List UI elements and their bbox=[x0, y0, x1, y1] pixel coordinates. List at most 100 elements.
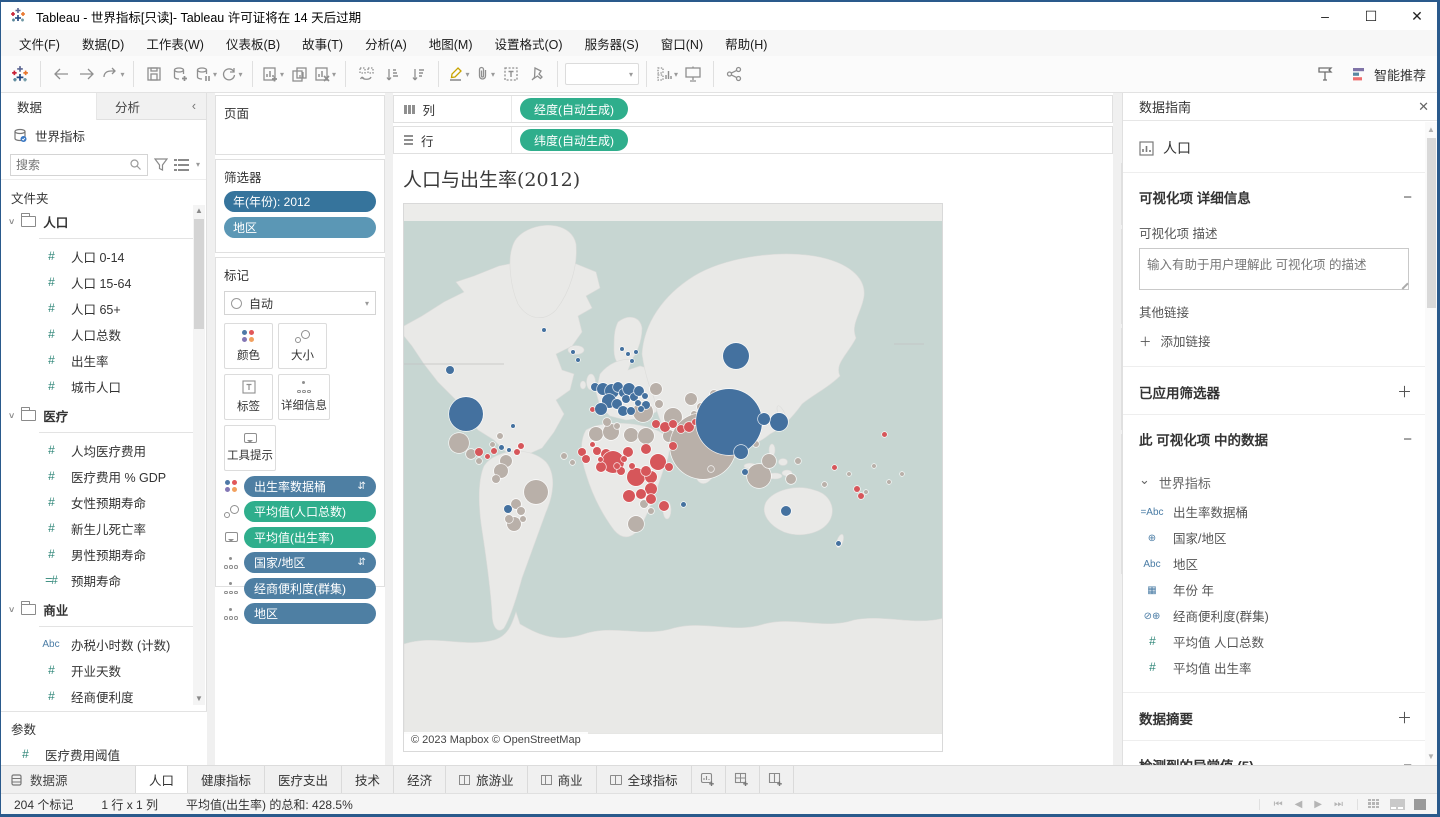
map-mark[interactable] bbox=[762, 454, 776, 468]
sheet-tab[interactable]: 旅游业 bbox=[446, 766, 528, 793]
map-mark[interactable] bbox=[655, 400, 663, 408]
map-mark[interactable] bbox=[887, 480, 891, 484]
map-mark[interactable] bbox=[505, 515, 513, 523]
map-mark[interactable] bbox=[576, 358, 580, 362]
forward-button[interactable] bbox=[74, 61, 100, 87]
map-mark[interactable] bbox=[758, 413, 770, 425]
sort-ascending-button[interactable] bbox=[379, 61, 405, 87]
minimize-button[interactable]: – bbox=[1302, 2, 1348, 30]
map-mark[interactable] bbox=[520, 516, 526, 522]
map-mark[interactable] bbox=[621, 456, 627, 462]
map-mark[interactable] bbox=[499, 445, 504, 450]
collapse-icon[interactable]: − bbox=[1403, 757, 1412, 766]
map-mark[interactable] bbox=[650, 383, 662, 395]
pages-shelf[interactable]: 页面 bbox=[215, 95, 385, 155]
map-mark[interactable] bbox=[650, 454, 666, 470]
expand-icon[interactable]: ＋ bbox=[1397, 381, 1412, 402]
sheet-tab[interactable]: 人口 bbox=[136, 766, 188, 793]
new-worksheet-button[interactable]: ▾ bbox=[260, 61, 286, 87]
field-item[interactable]: =#预期寿命 bbox=[1, 567, 207, 593]
scroll-down-arrow[interactable]: ▼ bbox=[193, 693, 205, 705]
map-mark[interactable] bbox=[882, 432, 887, 437]
data-guide-field[interactable]: ⊘⊕经商便利度(群集) bbox=[1123, 602, 1426, 628]
new-dashboard-tab-button[interactable] bbox=[726, 766, 760, 793]
duplicate-sheet-button[interactable] bbox=[286, 61, 312, 87]
pause-updates-button[interactable]: ▾ bbox=[193, 61, 219, 87]
map-mark[interactable] bbox=[561, 453, 567, 459]
show-mark-labels-button[interactable] bbox=[498, 61, 524, 87]
current-sheet-view-icon[interactable] bbox=[1414, 799, 1426, 810]
label-button[interactable]: 标签 bbox=[224, 374, 273, 420]
columns-pill[interactable]: 经度(自动生成) bbox=[520, 98, 628, 120]
new-story-tab-button[interactable] bbox=[760, 766, 794, 793]
menu-item[interactable]: 故事(T) bbox=[291, 30, 354, 57]
mark-pill[interactable]: 出生率数据桶⇵ bbox=[244, 476, 376, 497]
map-mark[interactable] bbox=[449, 397, 483, 431]
scroll-down-arrow[interactable]: ▼ bbox=[1425, 751, 1437, 763]
save-button[interactable] bbox=[141, 61, 167, 87]
map-mark[interactable] bbox=[630, 359, 634, 363]
field-item[interactable]: #新生儿死亡率 bbox=[1, 515, 207, 541]
group-members-button[interactable]: ▾ bbox=[472, 61, 498, 87]
map-mark[interactable] bbox=[638, 406, 644, 412]
map-mark[interactable] bbox=[858, 493, 864, 499]
map-mark[interactable] bbox=[832, 465, 837, 470]
size-button[interactable]: 大小 bbox=[278, 323, 327, 369]
field-item[interactable]: Abc办税小时数 (计数) bbox=[1, 631, 207, 657]
map-mark[interactable] bbox=[614, 463, 620, 469]
map-mark[interactable] bbox=[847, 472, 851, 476]
map-mark[interactable] bbox=[822, 482, 827, 487]
map-mark[interactable] bbox=[854, 486, 860, 492]
fix-axes-button[interactable] bbox=[524, 61, 550, 87]
map-mark[interactable] bbox=[485, 454, 490, 459]
collapse-icon[interactable]: − bbox=[1403, 189, 1412, 206]
data-guide-field[interactable]: ⊕国家/地区 bbox=[1123, 524, 1426, 550]
field-item[interactable]: #人口 65+ bbox=[1, 295, 207, 321]
view-options-icon[interactable] bbox=[174, 159, 189, 171]
presentation-mode-button[interactable] bbox=[680, 61, 706, 87]
filters-shelf[interactable]: 筛选器 年(年份): 2012地区 bbox=[215, 159, 385, 253]
map-mark[interactable] bbox=[542, 328, 546, 332]
back-button[interactable] bbox=[48, 61, 74, 87]
map-mark[interactable] bbox=[446, 366, 454, 374]
map-mark[interactable] bbox=[708, 466, 714, 472]
view-options-caret[interactable]: ▾ bbox=[196, 160, 200, 169]
map-mark[interactable] bbox=[734, 445, 748, 459]
menu-item[interactable]: 窗口(N) bbox=[650, 30, 714, 57]
sheet-tab[interactable]: 健康指标 bbox=[188, 766, 265, 793]
map-mark[interactable] bbox=[872, 464, 876, 468]
tab-analytics[interactable]: 分析 bbox=[97, 93, 182, 120]
resize-handle[interactable] bbox=[1397, 278, 1408, 289]
map-mark[interactable] bbox=[590, 442, 595, 447]
viz-description-input[interactable]: 输入有助于用户理解此 可视化项 的描述 bbox=[1139, 248, 1409, 290]
sort-descending-button[interactable] bbox=[405, 61, 431, 87]
mark-pill[interactable]: 平均值(出生率) bbox=[244, 527, 376, 548]
section-outliers[interactable]: 检测到的异常值 (5) − bbox=[1123, 741, 1426, 765]
color-button[interactable]: 颜色 bbox=[224, 323, 273, 369]
data-guide-field[interactable]: ▦年份 年 bbox=[1123, 576, 1426, 602]
map-mark[interactable] bbox=[864, 490, 868, 494]
map-mark[interactable] bbox=[641, 466, 651, 476]
fit-selector[interactable]: ▾ bbox=[565, 63, 639, 85]
highlight-button[interactable]: ▾ bbox=[446, 61, 472, 87]
sheet-tab[interactable]: 全球指标 bbox=[597, 766, 692, 793]
map-mark[interactable] bbox=[492, 475, 500, 483]
field-item[interactable]: #男性预期寿命 bbox=[1, 541, 207, 567]
field-item[interactable]: #经商便利度 bbox=[1, 683, 207, 705]
map-mark[interactable] bbox=[622, 395, 630, 403]
world-map[interactable] bbox=[404, 204, 943, 734]
map-mark[interactable] bbox=[628, 516, 644, 532]
menu-item[interactable]: 帮助(H) bbox=[714, 30, 778, 57]
tooltip-button[interactable]: 工具提示 bbox=[224, 425, 276, 471]
map-mark[interactable] bbox=[836, 541, 841, 546]
expand-icon[interactable]: ＋ bbox=[1397, 707, 1412, 728]
first-sheet-button[interactable]: ⏮ bbox=[1274, 799, 1283, 810]
prev-sheet-button[interactable]: ◀ bbox=[1295, 799, 1303, 810]
map-mark[interactable] bbox=[595, 403, 607, 415]
scroll-up-arrow[interactable]: ▲ bbox=[1425, 124, 1437, 136]
map-mark[interactable] bbox=[620, 347, 624, 351]
clear-sheet-button[interactable]: ▾ bbox=[312, 61, 338, 87]
map-mark[interactable] bbox=[636, 489, 646, 499]
collapse-icon[interactable]: − bbox=[1403, 431, 1412, 448]
map-mark[interactable] bbox=[795, 458, 801, 464]
